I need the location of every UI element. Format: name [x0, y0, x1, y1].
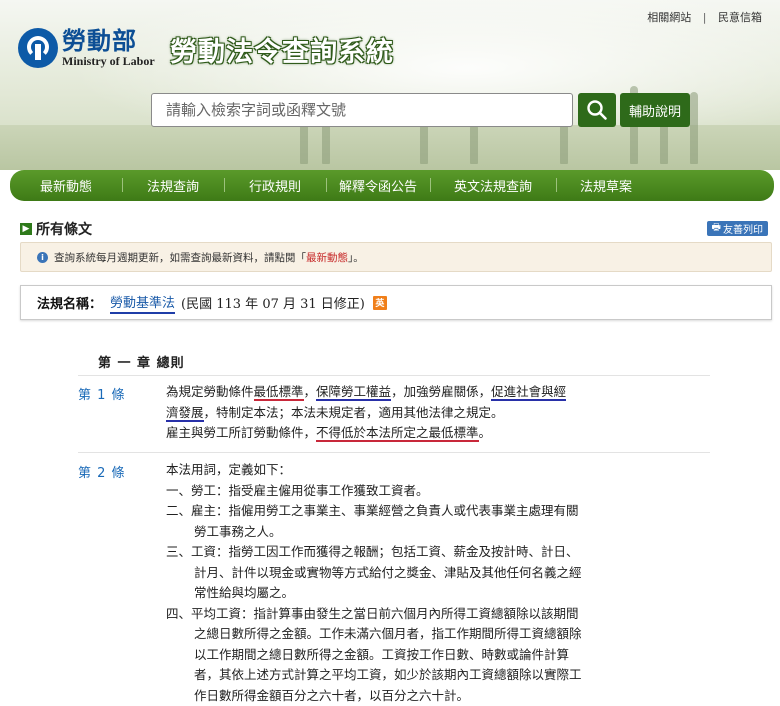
- law-amend-date: (民國 113 年 07 月 31 日修正): [181, 293, 365, 312]
- divider: [78, 452, 710, 453]
- latest-news-link[interactable]: 最新動態: [306, 250, 348, 265]
- law-name-box: 法規名稱： 勞動基準法 (民國 113 年 07 月 31 日修正) 英: [20, 285, 772, 320]
- info-icon: i: [37, 252, 48, 263]
- law-name-label: 法規名稱：: [37, 293, 102, 312]
- article-intro: 本法用詞，定義如下：: [166, 460, 586, 481]
- article-paragraph: 為規定勞動條件最低標準，保障勞工權益，加強勞雇關係，促進社會與經: [166, 382, 586, 403]
- law-name-link[interactable]: 勞動基準法: [110, 292, 175, 314]
- notice-text: 查詢系統每月週期更新，如需查詢最新資料，請點閱「: [54, 250, 306, 265]
- definition-item: 二、雇主：指僱用勞工之事業主、事業經營之負責人或代表事業主處理有關勞工事務之人。: [166, 501, 586, 542]
- definition-item: 一、勞工：指受雇主僱用從事工作獲致工資者。: [166, 481, 586, 502]
- ministry-logo[interactable]: 勞動部 Ministry of Labor: [18, 28, 155, 68]
- highlight-blue: 保障勞工權益: [316, 384, 391, 401]
- article-1-body: 為規定勞動條件最低標準，保障勞工權益，加強勞雇關係，促進社會與經 濟發展，特制定…: [166, 382, 586, 444]
- nav-admin-rules[interactable]: 行政規則: [224, 176, 326, 195]
- help-button[interactable]: 輔助說明: [620, 93, 690, 127]
- arrow-right-icon: ▶: [20, 223, 32, 235]
- person-silhouette: [690, 92, 698, 164]
- search-icon: [586, 99, 608, 121]
- section-title: ▶ 所有條文: [20, 219, 92, 239]
- definition-item: 三、工資：指勞工因工作而獲得之報酬；包括工資、薪金及按計時、計日、計月、計件以現…: [166, 542, 586, 604]
- search-input[interactable]: [151, 93, 573, 127]
- divider: [78, 375, 710, 376]
- person-silhouette: [470, 124, 478, 164]
- related-sites-link[interactable]: 相關網站: [647, 11, 691, 24]
- highlight-blue: 促進社會與經: [491, 384, 566, 401]
- nav-draft-laws[interactable]: 法規草案: [556, 176, 656, 195]
- article-2-body: 本法用詞，定義如下： 一、勞工：指受雇主僱用從事工作獲致工資者。 二、雇主：指僱…: [166, 460, 586, 706]
- text-span: 。: [479, 425, 492, 440]
- highlight-red: 最低標準: [254, 384, 304, 401]
- ministry-emblem-icon: [18, 28, 58, 68]
- logo-chinese-name: 勞動部: [62, 29, 155, 53]
- mailbox-link[interactable]: 民意信箱: [718, 11, 762, 24]
- printer-icon: 🖶: [712, 220, 721, 237]
- section-title-text: 所有條文: [36, 219, 92, 239]
- logo-english-name: Ministry of Labor: [62, 55, 155, 67]
- nav-law-search[interactable]: 法規查詢: [122, 176, 224, 195]
- article-paragraph: 雇主與勞工所訂勞動條件，不得低於本法所定之最低標準。: [166, 423, 586, 444]
- top-links-separator: |: [703, 11, 707, 24]
- article-number[interactable]: 第 2 條: [78, 462, 126, 481]
- main-nav: 最新動態 法規查詢 行政規則 解釋令函公告 英文法規查詢 法規草案: [10, 170, 774, 201]
- highlight-blue: 濟發展: [166, 405, 204, 422]
- nav-latest-news[interactable]: 最新動態: [10, 176, 122, 195]
- text-span: ，: [304, 384, 317, 399]
- article-number[interactable]: 第 1 條: [78, 384, 126, 403]
- site-title: 勞動法令查詢系統: [170, 30, 394, 69]
- text-span: ，加強勞雇關係，: [391, 384, 491, 399]
- chapter-title: 第 一 章 總則: [98, 352, 185, 371]
- nav-interpretations[interactable]: 解釋令函公告: [326, 176, 430, 195]
- text-span: ，特制定本法；本法未規定者，適用其他法律之規定。: [204, 405, 504, 420]
- print-label: 友善列印: [723, 221, 763, 236]
- text-span: 雇主與勞工所訂勞動條件，: [166, 425, 316, 440]
- search-button[interactable]: [578, 93, 616, 127]
- text-span: 為規定勞動條件: [166, 384, 254, 399]
- highlight-red: 不得低於本法所定之最低標準: [316, 425, 479, 442]
- article-paragraph-cont: 濟發展，特制定本法；本法未規定者，適用其他法律之規定。: [166, 403, 586, 424]
- update-notice: i 查詢系統每月週期更新，如需查詢最新資料，請點閱「 最新動態 」。: [20, 242, 772, 272]
- english-version-badge[interactable]: 英: [373, 296, 387, 310]
- top-links: 相關網站 | 民意信箱: [643, 9, 766, 25]
- notice-text-end: 」。: [348, 250, 364, 265]
- nav-english-laws[interactable]: 英文法規查詢: [430, 176, 556, 195]
- friendly-print-button[interactable]: 🖶 友善列印: [707, 221, 768, 236]
- logo-text: 勞動部 Ministry of Labor: [62, 29, 155, 67]
- definition-item: 四、平均工資：指計算事由發生之當日前六個月內所得工資總額除以該期間之總日數所得之…: [166, 604, 586, 706]
